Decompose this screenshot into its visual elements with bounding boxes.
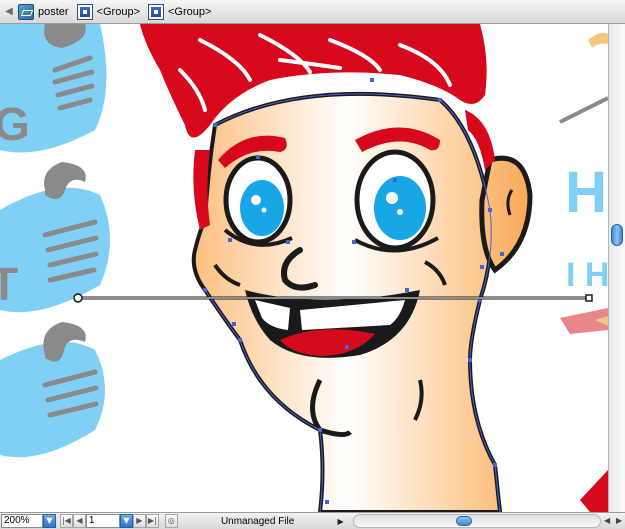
right-text-iha: I HA	[566, 256, 608, 294]
previous-icon: ◀	[76, 516, 83, 525]
right-iris[interactable]	[374, 176, 426, 240]
version-icon: ◎	[167, 516, 175, 525]
scroll-right-icon: ▶	[615, 516, 623, 525]
breadcrumb-label[interactable]: <Group>	[97, 6, 140, 18]
right-eye-glint-small	[397, 209, 403, 215]
left-eye-glint-small	[261, 207, 267, 213]
breadcrumb-label[interactable]: poster	[38, 6, 69, 18]
breadcrumb-label[interactable]: <Group>	[168, 6, 211, 18]
zoom-dropdown-button[interactable]: ▼	[42, 514, 56, 528]
left-hair-tuft	[193, 150, 210, 230]
status-text: Unmanaged File	[220, 515, 295, 527]
last-icon: ▶|	[147, 516, 157, 525]
artboard-canvas[interactable]: G T HI I HA	[0, 24, 608, 512]
group-icon	[148, 3, 164, 20]
line-end-point[interactable]	[585, 294, 593, 302]
right-eye-glint	[386, 192, 398, 204]
right-swoosh	[588, 32, 608, 48]
first-artboard-button[interactable]: |◀	[59, 514, 73, 528]
artboard-dropdown-button[interactable]: ▼	[119, 514, 133, 528]
layer-icon	[18, 3, 34, 20]
left-banners[interactable]: G T	[0, 24, 110, 458]
next-icon: ▶	[136, 516, 143, 525]
scroll-right-button[interactable]: ▶	[613, 514, 625, 528]
horizontal-scroll-thumb[interactable]	[456, 516, 473, 526]
isolation-breadcrumb-bar: ◀ poster <Group> <Group>	[0, 0, 625, 24]
first-icon: |◀	[61, 516, 71, 525]
breadcrumb-item-group-2[interactable]: <Group>	[148, 0, 219, 24]
chevron-down-icon: ▼	[123, 516, 130, 525]
vertical-scrollbar[interactable]	[608, 24, 625, 512]
status-bar: 200% ▼ |◀ ◀ 1 ▼ ▶ ▶| ◎ Unmanaged File ▶ …	[0, 512, 625, 529]
breadcrumb-item-poster[interactable]: poster	[18, 0, 77, 24]
status-menu-arrow-icon[interactable]: ▶	[338, 517, 350, 526]
right-corner-shape	[580, 470, 608, 512]
breadcrumb-item-group-1[interactable]: <Group>	[76, 0, 148, 24]
chevron-down-icon: ▼	[46, 516, 53, 525]
horizontal-scrollbar[interactable]	[353, 514, 602, 528]
version-cue-button[interactable]: ◎	[164, 514, 178, 528]
last-artboard-button[interactable]: ▶|	[145, 514, 159, 528]
character-face[interactable]	[140, 24, 533, 512]
right-text-group[interactable]: HI I HA	[559, 32, 608, 512]
back-arrow-icon[interactable]: ◀	[0, 0, 18, 24]
right-line	[559, 96, 608, 124]
breadcrumb-back[interactable]: ◀	[0, 0, 18, 24]
banner-letter-t: T	[0, 258, 18, 310]
artboard-number-field[interactable]: 1	[85, 514, 120, 528]
artwork-svg[interactable]: G T HI I HA	[0, 24, 608, 512]
zoom-field[interactable]: 200%	[1, 514, 43, 528]
banner-letter-g: G	[0, 98, 30, 150]
vertical-scroll-thumb[interactable]	[611, 224, 623, 246]
left-eye-glint	[251, 195, 261, 205]
left-iris[interactable]	[240, 180, 284, 236]
scroll-left-icon: ◀	[603, 516, 611, 525]
next-artboard-button[interactable]: ▶	[132, 514, 146, 528]
scroll-left-button[interactable]: ◀	[601, 514, 613, 528]
group-icon	[76, 3, 93, 20]
previous-artboard-button[interactable]: ◀	[72, 514, 86, 528]
line-start-point[interactable]	[73, 293, 83, 303]
ear[interactable]	[479, 155, 533, 274]
right-text-hi: HI	[565, 160, 608, 225]
